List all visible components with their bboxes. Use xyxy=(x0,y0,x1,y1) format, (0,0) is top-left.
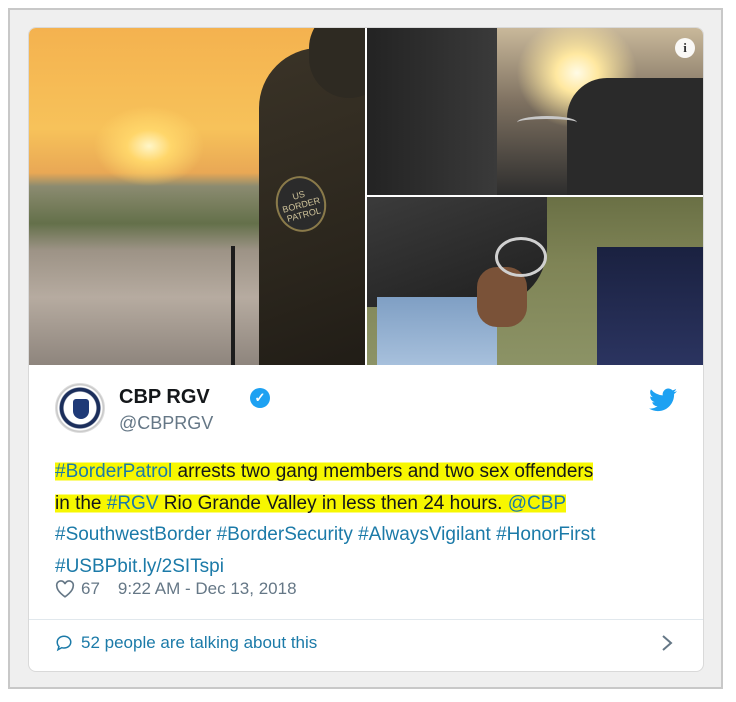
display-name[interactable]: CBP RGV xyxy=(119,386,210,409)
conversation-link[interactable]: 52 people are talking about this xyxy=(55,633,317,653)
verified-icon: ✓ xyxy=(250,388,270,408)
like-count[interactable]: 67 xyxy=(81,579,100,599)
tweet-text-segment: arrests two gang members and two sex off… xyxy=(172,461,594,482)
chevron-right-icon[interactable] xyxy=(661,634,673,652)
tweet-meta: 67 9:22 AM - Dec 13, 2018 xyxy=(55,579,297,599)
tweet-text-segment: Rio Grande Valley in less then 24 hours. xyxy=(158,492,508,514)
agent-arm xyxy=(567,78,703,195)
tweet-timestamp[interactable]: 9:22 AM - Dec 13, 2018 xyxy=(118,579,297,599)
hashtags-line[interactable]: #SouthwestBorder #BorderSecurity #Always… xyxy=(55,519,685,551)
link-line[interactable]: #USBPbit.ly/2SITspi xyxy=(55,551,685,583)
avatar[interactable] xyxy=(55,383,105,433)
info-icon[interactable]: i xyxy=(675,38,695,58)
agent-pants xyxy=(597,247,703,365)
arrestee-arm xyxy=(367,28,497,195)
tweet-line-2: in the #RGV Rio Grande Valley in less th… xyxy=(55,488,685,520)
heart-icon[interactable] xyxy=(55,580,75,598)
tweet-line-1: #BorderPatrol arrests two gang members a… xyxy=(55,456,685,488)
tweet-author[interactable]: CBP RGV ✓ @CBPRGV xyxy=(55,383,685,443)
hashtag-borderpatrol[interactable]: #BorderPatrol xyxy=(55,461,172,482)
handcuffs xyxy=(495,237,547,277)
speech-bubble-icon xyxy=(56,635,72,652)
photo-handcuffed-suspect[interactable] xyxy=(367,197,703,365)
dhs-seal-icon xyxy=(73,399,89,419)
radio-antenna xyxy=(231,246,235,365)
user-handle[interactable]: @CBPRGV xyxy=(119,413,213,434)
photo-handcuffed-arrest[interactable]: i xyxy=(367,28,703,195)
conversation-text[interactable]: 52 people are talking about this xyxy=(81,633,317,653)
twitter-bird-icon[interactable] xyxy=(649,388,677,412)
divider xyxy=(29,619,703,620)
mention-cbp[interactable]: @CBP xyxy=(508,493,566,514)
hashtag-rgv[interactable]: #RGV xyxy=(107,493,159,514)
tweet-embed-card[interactable]: US BORDER PATROL i CBP RGV ✓ @CBPRGV #Bo… xyxy=(28,27,704,672)
tweet-text: #BorderPatrol arrests two gang members a… xyxy=(55,456,685,582)
photo-border-patrol-sunset[interactable]: US BORDER PATROL xyxy=(29,28,365,365)
tweet-text-segment: in the xyxy=(55,492,107,514)
tweet-media-grid[interactable]: US BORDER PATROL i xyxy=(29,28,703,365)
handcuff-shape xyxy=(517,116,577,129)
